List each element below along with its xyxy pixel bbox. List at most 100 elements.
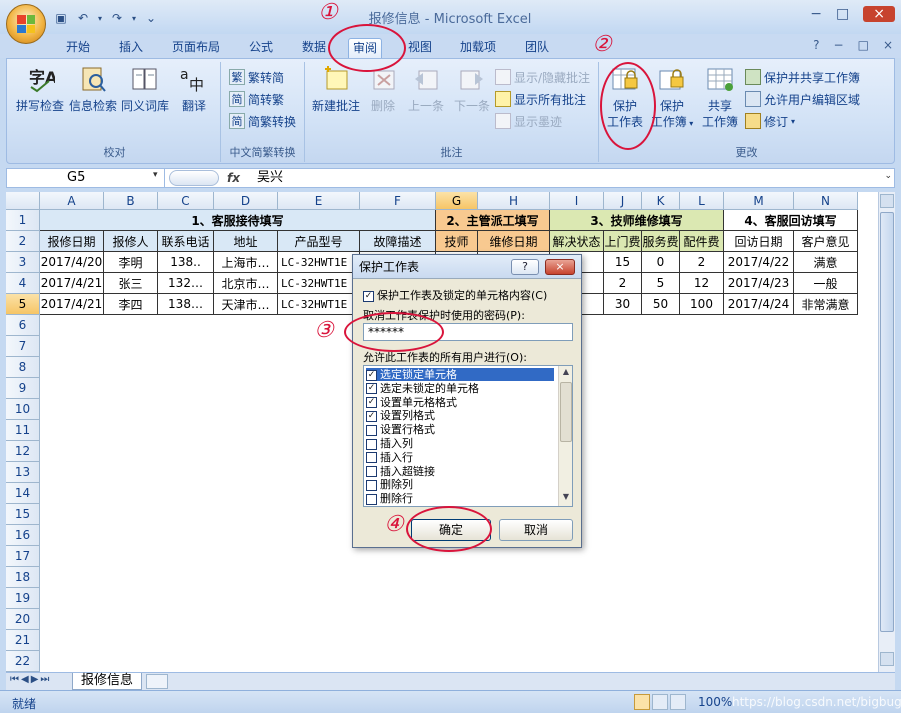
table-cell[interactable]: 12: [680, 273, 724, 294]
field-header[interactable]: 报修日期: [40, 231, 104, 252]
table-cell[interactable]: 2017/4/21: [40, 294, 104, 315]
section-header[interactable]: 3、技师维修填写: [550, 210, 724, 231]
track-changes-button[interactable]: 修订 ▾: [745, 112, 795, 130]
row-header[interactable]: 9: [6, 378, 40, 399]
checkbox-checked-icon[interactable]: ✓: [366, 410, 377, 422]
tab-formulas[interactable]: 公式: [245, 38, 277, 58]
previous-comment-button[interactable]: 上一条: [403, 64, 449, 114]
row-header[interactable]: 19: [6, 588, 40, 609]
field-header[interactable]: 报修人: [104, 231, 158, 252]
protect-option-checkbox[interactable]: ✓ 保护工作表及锁定的单元格内容(C): [363, 287, 547, 303]
name-box-dropdown-icon[interactable]: ▾: [153, 170, 158, 180]
table-cell[interactable]: LC-32HWT1E: [278, 252, 360, 273]
vertical-scrollbar[interactable]: [878, 192, 895, 672]
row-header[interactable]: 10: [6, 399, 40, 420]
table-cell[interactable]: LC-32HWT1E: [278, 273, 360, 294]
chinese-conversion-button[interactable]: 简简繁转换: [229, 112, 296, 130]
share-workbook-button[interactable]: 共享 工作簿: [697, 64, 743, 130]
select-all-corner[interactable]: [6, 192, 40, 210]
table-cell[interactable]: 2: [680, 252, 724, 273]
simp-to-trad-button[interactable]: 简简转繁: [229, 90, 284, 108]
row-header[interactable]: 17: [6, 546, 40, 567]
expand-formula-icon[interactable]: ⌄: [884, 171, 892, 181]
column-header[interactable]: L: [680, 192, 724, 210]
redo-icon[interactable]: ↷: [108, 10, 126, 26]
show-hide-comment-button[interactable]: 显示/隐藏批注: [495, 68, 590, 86]
scroll-thumb[interactable]: [880, 212, 894, 632]
field-header[interactable]: 产品型号: [278, 231, 360, 252]
row-header[interactable]: 18: [6, 567, 40, 588]
row-header[interactable]: 13: [6, 462, 40, 483]
permission-item[interactable]: 插入列: [366, 437, 413, 450]
permission-item[interactable]: ✓ 选定锁定单元格: [366, 368, 554, 381]
permission-item[interactable]: 插入行: [366, 451, 413, 464]
scroll-up-icon[interactable]: [880, 194, 894, 208]
list-scroll-up-icon[interactable]: ▲: [560, 367, 572, 379]
zoom-level[interactable]: 100%: [698, 695, 732, 709]
table-cell[interactable]: 张三: [104, 273, 158, 294]
tab-addins[interactable]: 加载项: [456, 38, 500, 58]
ribbon-restore-button[interactable]: □: [858, 38, 869, 52]
row-header[interactable]: 5: [6, 294, 40, 315]
tab-page-layout[interactable]: 页面布局: [168, 38, 224, 58]
checkbox-unchecked-icon[interactable]: [366, 424, 377, 436]
table-cell[interactable]: 132…: [158, 273, 214, 294]
sheet-tab-active[interactable]: 报修信息: [72, 673, 143, 690]
show-all-comments-button[interactable]: 显示所有批注: [495, 90, 586, 108]
table-cell[interactable]: 0: [642, 252, 680, 273]
table-cell[interactable]: 5: [642, 273, 680, 294]
table-cell[interactable]: 一般: [794, 273, 858, 294]
table-cell[interactable]: 北京市…: [214, 273, 278, 294]
column-header[interactable]: D: [214, 192, 278, 210]
table-cell[interactable]: 50: [642, 294, 680, 315]
table-cell[interactable]: 非常满意: [794, 294, 858, 315]
tab-team[interactable]: 团队: [521, 38, 553, 58]
column-header[interactable]: F: [360, 192, 436, 210]
translate-button[interactable]: a中 翻译: [171, 64, 217, 114]
field-header[interactable]: 维修日期: [478, 231, 550, 252]
column-header[interactable]: N: [794, 192, 858, 210]
column-header[interactable]: A: [40, 192, 104, 210]
permission-item[interactable]: ✓ 设置列格式: [366, 409, 435, 422]
show-ink-button[interactable]: 显示墨迹: [495, 112, 562, 130]
section-header[interactable]: 1、客服接待填写: [40, 210, 436, 231]
page-layout-view-icon[interactable]: [652, 694, 668, 710]
column-header[interactable]: M: [724, 192, 794, 210]
thesaurus-button[interactable]: 同义词库: [119, 64, 171, 114]
dialog-close-button[interactable]: ×: [545, 259, 575, 275]
sheet-nav-icons[interactable]: ⏮◀▶⏭: [10, 674, 51, 685]
trad-to-simp-button[interactable]: 繁繁转简: [229, 68, 284, 86]
table-cell[interactable]: 2017/4/24: [724, 294, 794, 315]
office-button[interactable]: [6, 4, 46, 44]
table-cell[interactable]: 满意: [794, 252, 858, 273]
field-header[interactable]: 故障描述: [360, 231, 436, 252]
new-comment-button[interactable]: 新建批注: [309, 64, 363, 114]
table-cell[interactable]: 138..: [158, 252, 214, 273]
checkbox-checked-icon[interactable]: ✓: [366, 383, 377, 395]
allow-edit-ranges-button[interactable]: 允许用户编辑区域: [745, 90, 860, 108]
checkbox-unchecked-icon[interactable]: [366, 493, 377, 505]
field-header[interactable]: 解决状态: [550, 231, 604, 252]
column-header[interactable]: I: [550, 192, 604, 210]
checkbox-unchecked-icon[interactable]: [366, 452, 377, 464]
permissions-scrollbar[interactable]: ▲ ▼: [558, 366, 572, 506]
close-button[interactable]: ×: [863, 6, 895, 22]
normal-view-icon[interactable]: [634, 694, 650, 710]
tab-insert[interactable]: 插入: [115, 38, 147, 58]
row-header[interactable]: 2: [6, 231, 40, 252]
table-cell[interactable]: 2017/4/21: [40, 273, 104, 294]
row-header[interactable]: 12: [6, 441, 40, 462]
ribbon-close-button[interactable]: ×: [883, 38, 893, 52]
research-button[interactable]: 信息检索: [67, 64, 119, 114]
protect-share-workbook-button[interactable]: 保护并共享工作簿: [745, 68, 860, 86]
field-header[interactable]: 回访日期: [724, 231, 794, 252]
table-cell[interactable]: 2017/4/22: [724, 252, 794, 273]
table-cell[interactable]: 李四: [104, 294, 158, 315]
field-header[interactable]: 服务费: [642, 231, 680, 252]
formula-bar-expander[interactable]: [169, 170, 219, 186]
table-cell[interactable]: 天津市…: [214, 294, 278, 315]
column-header[interactable]: E: [278, 192, 360, 210]
column-header[interactable]: K: [642, 192, 680, 210]
list-scroll-down-icon[interactable]: ▼: [560, 492, 572, 504]
table-cell[interactable]: LC-32HWT1E: [278, 294, 360, 315]
